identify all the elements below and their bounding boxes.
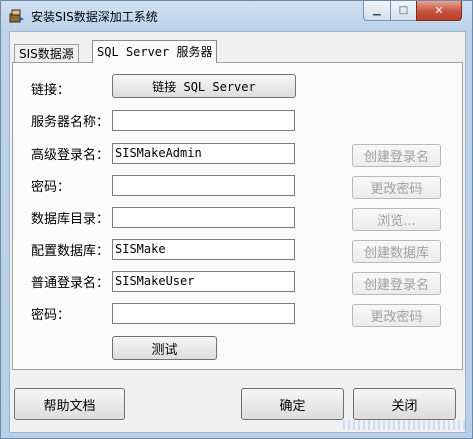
link-sql-server-button[interactable]: 链接 SQL Server <box>112 74 296 98</box>
test-button[interactable]: 测试 <box>112 336 217 360</box>
config-database-label: 配置数据库： <box>31 244 110 259</box>
browse-button[interactable]: 浏览... <box>352 208 441 231</box>
watermark <box>340 420 465 430</box>
config-database-field[interactable]: SISMake <box>112 239 295 260</box>
maximize-icon: □ <box>398 5 409 16</box>
sql-server-panel: 链接： 链接 SQL Server 服务器名称： 高级登录名： SISMakeA… <box>12 62 463 370</box>
create-database-button[interactable]: 创建数据库 <box>352 240 441 263</box>
ok-button[interactable]: 确定 <box>241 388 344 420</box>
minimize-button[interactable]: ▁ <box>363 1 391 21</box>
server-name-label: 服务器名称： <box>31 115 110 130</box>
minimize-icon: ▁ <box>373 5 381 16</box>
change-user-password-button[interactable]: 更改密码 <box>352 304 441 327</box>
tab-sis-datasource[interactable]: SIS数据源 <box>14 44 79 63</box>
tab-sql-server[interactable]: SQL Server 服务器 <box>92 40 218 63</box>
admin-login-label: 高级登录名： <box>31 148 110 163</box>
title-bar[interactable]: 安装SIS数据深加工系统 ▁ □ ✕ <box>1 1 472 31</box>
user-password-label: 密码： <box>31 308 71 323</box>
close-window-button[interactable]: ✕ <box>416 1 462 21</box>
installer-window: 安装SIS数据深加工系统 ▁ □ ✕ SIS数据源 SQL Server 服务器… <box>0 0 473 439</box>
admin-password-field[interactable] <box>112 175 295 196</box>
user-login-field[interactable]: SISMakeUser <box>112 271 295 292</box>
change-admin-password-button[interactable]: 更改密码 <box>352 176 441 199</box>
installer-icon <box>9 8 25 24</box>
admin-login-field[interactable]: SISMakeAdmin <box>112 143 295 164</box>
server-name-field[interactable] <box>112 110 295 131</box>
window-title: 安装SIS数据深加工系统 <box>31 10 158 24</box>
create-admin-login-button[interactable]: 创建登录名 <box>352 144 441 167</box>
link-label: 链接： <box>31 83 71 98</box>
user-login-label: 普通登录名： <box>31 276 110 291</box>
admin-password-label: 密码： <box>31 180 71 195</box>
dialog-client-area: SIS数据源 SQL Server 服务器 链接： 链接 SQL Server … <box>9 31 466 433</box>
create-user-login-button[interactable]: 创建登录名 <box>352 272 441 295</box>
help-docs-button[interactable]: 帮助文档 <box>14 388 125 420</box>
database-directory-field[interactable] <box>112 207 295 228</box>
database-directory-label: 数据库目录： <box>31 212 110 227</box>
close-button[interactable]: 关闭 <box>353 388 456 420</box>
user-password-field[interactable] <box>112 303 295 324</box>
close-icon: ✕ <box>434 4 444 17</box>
maximize-button[interactable]: □ <box>390 1 417 21</box>
